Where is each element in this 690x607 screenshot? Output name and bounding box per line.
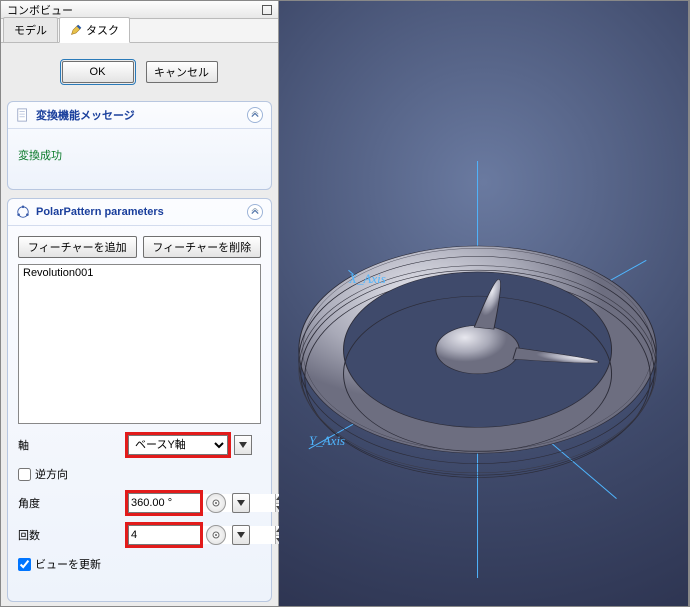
triangle-down-icon: [237, 500, 245, 506]
tab-task[interactable]: タスク: [59, 17, 130, 43]
gear-icon: [211, 530, 221, 540]
tab-model[interactable]: モデル: [3, 17, 58, 42]
panel-title-text: コンボビュー: [7, 2, 73, 18]
params-section: PolarPattern parameters フィーチャーを追加 フィーチャー…: [7, 198, 272, 602]
message-section: 変換機能メッセージ 変換成功: [7, 101, 272, 190]
tab-task-label: タスク: [86, 22, 119, 38]
params-body: フィーチャーを追加 フィーチャーを削除 Revolution001 軸 ベースY…: [8, 226, 271, 578]
angle-input[interactable]: [129, 494, 275, 512]
polar-pattern-icon: [16, 205, 30, 219]
document-icon: [16, 108, 30, 122]
chevron-up-icon: [251, 111, 259, 119]
axis-label: 軸: [18, 437, 128, 453]
tab-bar: モデル タスク: [1, 19, 278, 43]
axis-select-wrap: ベースY軸: [128, 435, 228, 455]
angle-row: 角度: [18, 492, 261, 514]
params-section-header: PolarPattern parameters: [8, 199, 271, 226]
occurrences-row: 回数: [18, 524, 261, 546]
triangle-down-icon: [239, 442, 247, 448]
update-view-checkbox[interactable]: [18, 558, 31, 571]
axis-select[interactable]: ベースY軸: [128, 435, 228, 455]
3d-viewport[interactable]: Y_Axis X_Axis: [279, 1, 689, 606]
collapse-button[interactable]: [247, 107, 263, 123]
angle-label: 角度: [18, 495, 128, 511]
message-section-title: 変換機能メッセージ: [36, 107, 247, 123]
message-body: 変換成功: [8, 129, 271, 189]
reverse-label: 逆方向: [35, 466, 68, 482]
message-section-header: 変換機能メッセージ: [8, 102, 271, 129]
list-item[interactable]: Revolution001: [23, 267, 256, 279]
occurrences-input-wrap: [128, 525, 200, 545]
pencil-icon: [70, 24, 82, 36]
angle-input-wrap: [128, 493, 200, 513]
update-view-label: ビューを更新: [35, 556, 101, 572]
dialog-button-row: OK キャンセル: [1, 43, 278, 97]
undock-icon[interactable]: [262, 5, 272, 15]
triangle-down-icon: [237, 532, 245, 538]
occ-history-button[interactable]: [232, 525, 250, 545]
remove-feature-button[interactable]: フィーチャーを削除: [143, 236, 262, 258]
params-section-title: PolarPattern parameters: [36, 206, 247, 218]
combo-view-panel: コンボビュー モデル タスク OK キャンセル 変換機能メッセージ 変換成功 P…: [1, 1, 279, 606]
chevron-up-icon: [251, 208, 259, 216]
axis-row: 軸 ベースY軸: [18, 434, 261, 456]
angle-expr-button[interactable]: [206, 493, 226, 513]
axis-x-label: X_Axis: [349, 271, 386, 287]
feature-list[interactable]: Revolution001: [18, 264, 261, 424]
angle-history-button[interactable]: [232, 493, 250, 513]
ok-button[interactable]: OK: [62, 61, 134, 83]
cancel-button[interactable]: キャンセル: [146, 61, 218, 83]
add-feature-button[interactable]: フィーチャーを追加: [18, 236, 137, 258]
axis-y-label: Y_Axis: [309, 433, 345, 449]
occ-expr-button[interactable]: [206, 525, 226, 545]
reverse-checkbox[interactable]: [18, 468, 31, 481]
collapse-button[interactable]: [247, 204, 263, 220]
feature-buttons: フィーチャーを追加 フィーチャーを削除: [18, 236, 261, 258]
update-view-row: ビューを更新: [18, 556, 261, 572]
occurrences-label: 回数: [18, 527, 128, 543]
occurrences-input[interactable]: [129, 526, 275, 544]
3d-scene: [279, 1, 688, 606]
axis-dropdown-button[interactable]: [234, 435, 252, 455]
reverse-row: 逆方向: [18, 466, 261, 482]
gear-icon: [211, 498, 221, 508]
